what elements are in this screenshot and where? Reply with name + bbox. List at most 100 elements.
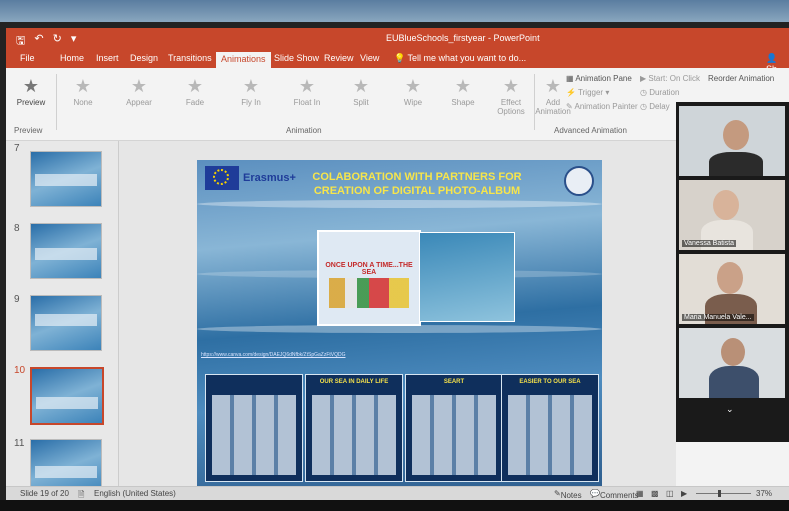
participant-avatar	[713, 190, 739, 220]
duration-field[interactable]: ◷ Duration	[640, 88, 679, 97]
redo-icon[interactable]: ↻	[53, 32, 62, 51]
group-label-preview: Preview	[14, 126, 43, 135]
save-icon[interactable]: 🖫	[16, 32, 25, 51]
animation-pane-label: Animation Pane	[575, 74, 632, 83]
trigger-button[interactable]: ⚡ Trigger ▾	[566, 88, 609, 97]
panel-title: SEART	[443, 379, 465, 385]
start-dropdown[interactable]: ▶ Start: On Click	[640, 74, 700, 83]
slide-number: 7	[14, 143, 20, 154]
erasmus-logo-text: Erasmus+	[243, 172, 296, 184]
tab-animations[interactable]: Animations	[216, 52, 271, 68]
language-indicator[interactable]: English (United States)	[94, 489, 176, 498]
animation-label: Wipe	[403, 98, 423, 107]
tab-review[interactable]: Review	[324, 53, 354, 63]
collage-panel[interactable]: OUR SEA IN DAILY LIFE	[305, 374, 403, 482]
animation-label: Split	[353, 98, 369, 107]
panel-title: EASIER TO OUR SEA	[519, 379, 581, 385]
star-icon: ★	[404, 76, 422, 96]
video-tile[interactable]: Vanessa Batista	[679, 180, 785, 250]
slide-sorter-icon[interactable]: ▩	[651, 489, 659, 498]
animation-wipe[interactable]: ★ Wipe	[388, 74, 438, 107]
animation-split[interactable]: ★ Split	[336, 74, 386, 107]
animation-pane-button[interactable]: ▦ Animation Pane	[566, 74, 632, 83]
sea-wave	[197, 200, 602, 208]
notes-button[interactable]: ✎ Notes	[554, 489, 582, 500]
ribbon-divider	[56, 74, 57, 130]
panel-photo-grid	[412, 395, 496, 475]
sea-wave	[197, 325, 602, 333]
slide-thumbnail[interactable]	[30, 151, 102, 207]
tab-transitions[interactable]: Transitions	[168, 53, 212, 63]
slide-thumbnail-selected[interactable]	[30, 367, 104, 425]
chevron-down-icon[interactable]: ⌄	[726, 404, 734, 438]
normal-view-icon[interactable]: ▦	[636, 489, 644, 498]
sea-image-card[interactable]	[419, 232, 515, 322]
zoom-slider[interactable]	[696, 493, 751, 494]
undo-icon[interactable]: ↶	[34, 32, 43, 51]
slide-thumbnail[interactable]	[30, 295, 102, 351]
tab-view[interactable]: View	[360, 53, 379, 63]
thumbnail-content	[35, 466, 97, 478]
animation-label: Appear	[126, 98, 152, 107]
tab-slide-show[interactable]: Slide Show	[274, 53, 319, 63]
powerpoint-window: 🖫 ↶ ↻ ▾ EUBlueSchools_firstyear - PowerP…	[6, 28, 789, 500]
star-icon: ★	[130, 76, 148, 96]
collage-panel[interactable]: EASIER TO OUR SEA	[501, 374, 599, 482]
star-icon: ★	[454, 76, 472, 96]
animation-label: None	[73, 98, 93, 107]
star-icon: ★	[186, 76, 204, 96]
europe-map-image	[329, 278, 409, 308]
preview-icon: ★	[22, 76, 40, 96]
animation-fly-in[interactable]: ★ Fly In	[226, 74, 276, 107]
slide-number: 11	[14, 438, 25, 449]
current-slide[interactable]: Erasmus+ COLABORATION WITH PARTNERS FOR …	[197, 160, 602, 486]
comments-button[interactable]: 💬 Comments	[590, 489, 639, 500]
reading-view-icon[interactable]: ◫	[666, 489, 674, 498]
delay-field[interactable]: ◷ Delay	[640, 102, 670, 111]
slide-thumbnail[interactable]	[30, 223, 102, 279]
panel-title: OUR SEA IN DAILY LIFE	[319, 379, 389, 385]
document-title: EUBlueSchools_firstyear - PowerPoint	[386, 33, 540, 43]
zoom-slider-handle[interactable]	[718, 490, 721, 497]
video-tile[interactable]: Maria Manuela Vale...	[679, 254, 785, 324]
animation-label: Fly In	[241, 98, 261, 107]
animation-shape[interactable]: ★ Shape	[438, 74, 488, 107]
animation-float-in[interactable]: ★ Float In	[282, 74, 332, 107]
animation-fade[interactable]: ★ Fade	[170, 74, 220, 107]
tell-me-search[interactable]: 💡 Tell me what you want to do...	[394, 53, 526, 64]
animation-painter-label: Animation Painter	[574, 102, 638, 111]
book-title: ONCE UPON A TIME...THE SEA	[325, 262, 413, 276]
video-tile[interactable]	[679, 328, 785, 398]
customize-icon[interactable]: ▾	[71, 32, 77, 51]
tell-me-text: Tell me what you want to do...	[407, 53, 527, 63]
tab-design[interactable]: Design	[130, 53, 158, 63]
tab-file[interactable]: File	[20, 53, 35, 63]
collage-panel[interactable]	[205, 374, 303, 482]
preview-button[interactable]: ★ Preview	[6, 74, 56, 107]
video-tile[interactable]	[679, 106, 785, 176]
slide-editor[interactable]: Erasmus+ COLABORATION WITH PARTNERS FOR …	[119, 141, 676, 486]
slide-thumbnails-pane: 7 8 9 10 11 12	[6, 141, 119, 495]
slideshow-view-icon[interactable]: ▶	[681, 489, 687, 498]
photo-album-cover[interactable]: ONCE UPON A TIME...THE SEA	[317, 230, 421, 326]
animation-appear[interactable]: ★ Appear	[114, 74, 164, 107]
group-label-advanced: Advanced Animation	[554, 126, 627, 135]
album-link[interactable]: https://www.canva.com/design/DAEJQ6dNfbk…	[201, 352, 598, 358]
participant-avatar	[721, 338, 745, 366]
slide-title[interactable]: COLABORATION WITH PARTNERS FOR CREATION …	[297, 170, 537, 198]
tab-insert[interactable]: Insert	[96, 53, 119, 63]
tab-home[interactable]: Home	[60, 53, 84, 63]
spellcheck-icon[interactable]: 🗎	[78, 489, 84, 500]
animation-none[interactable]: ★ None	[58, 74, 108, 107]
zoom-level[interactable]: 37%	[756, 489, 772, 498]
slide-number: 9	[14, 294, 20, 305]
start-label: Start: On Click	[648, 74, 700, 83]
thumbnail-content	[35, 248, 97, 260]
animation-painter-button[interactable]: ✎ Animation Painter	[566, 102, 638, 111]
collage-panel[interactable]: SEART	[405, 374, 503, 482]
reorder-animation[interactable]: Reorder Animation	[708, 74, 774, 83]
participant-avatar	[717, 262, 743, 294]
star-icon: ★	[352, 76, 370, 96]
thumbnail-content	[35, 174, 97, 186]
slide-counter: Slide 19 of 20	[20, 489, 69, 498]
